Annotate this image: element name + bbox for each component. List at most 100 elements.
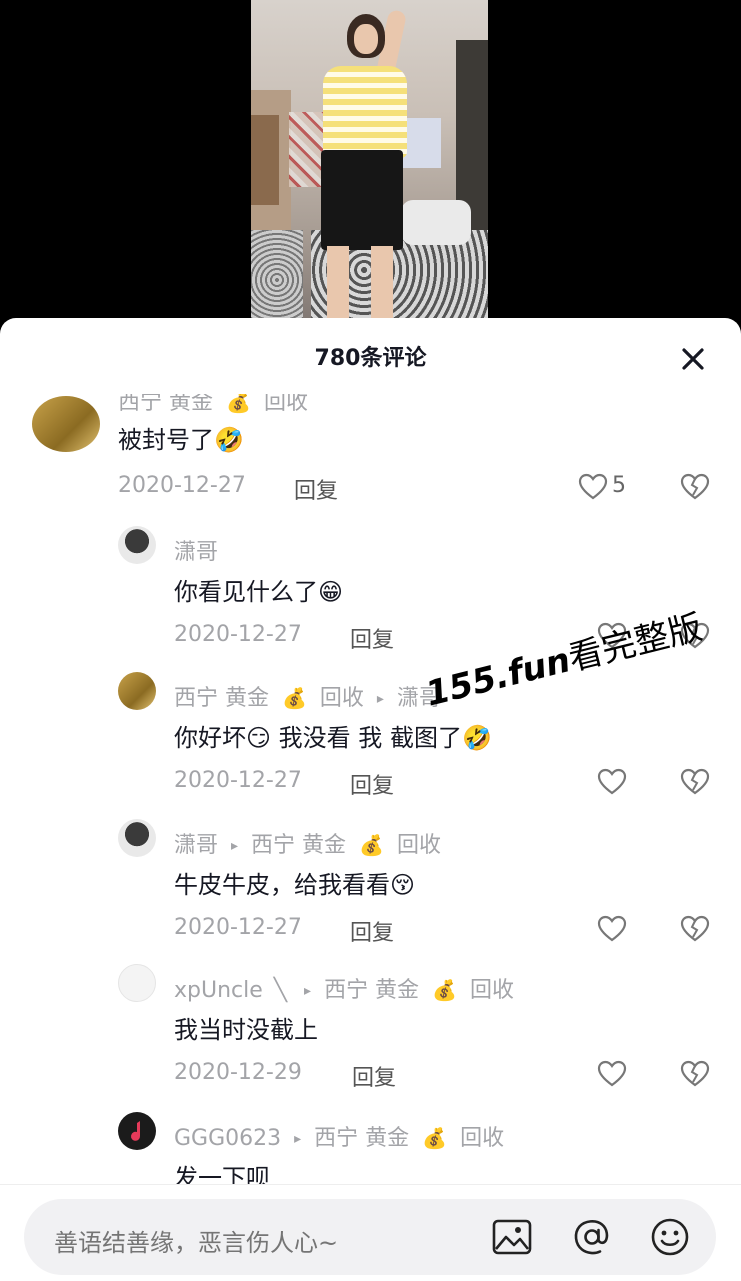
rofl-emoji: 🤣: [461, 724, 492, 752]
username-part: ╲: [273, 978, 288, 1003]
avatar[interactable]: [118, 526, 156, 564]
comment-username[interactable]: xpUncle ╲ ▸ 西宁 黄金 💰 回收: [174, 972, 514, 1004]
comment-text: 你看见什么了😁: [174, 572, 343, 607]
input-placeholder: 善语结善缘，恶言伤人心~: [54, 1229, 339, 1257]
username-part: 回收: [263, 394, 308, 415]
comment-item: 西宁 黄金 💰 回收 ▸ 潇哥 你好坏😏 我没看 我 截图了🤣 2020-12-…: [0, 670, 741, 810]
video-chair: [251, 230, 303, 330]
close-icon[interactable]: [676, 342, 710, 376]
emoji-icon[interactable]: [648, 1215, 692, 1259]
username-part: 西宁 黄金: [174, 686, 269, 711]
reply-to-username: 西宁 黄金: [251, 833, 347, 858]
comment-username[interactable]: 潇哥: [174, 534, 218, 566]
comment-text: 被封号了🤣: [118, 420, 244, 455]
reply-to-username: 回收: [396, 833, 441, 858]
heart-icon[interactable]: [578, 472, 608, 502]
music-note-icon: [131, 1121, 141, 1141]
comment-item: GGG0623 ▸ 西宁 黄金 💰 回收 发一下呗: [0, 1110, 741, 1184]
username-part: 潇哥: [174, 540, 219, 565]
video-person-shirt: [323, 66, 407, 158]
comment-date: 2020-12-27: [174, 915, 302, 940]
video-pillow: [401, 200, 471, 245]
comment-input[interactable]: 善语结善缘，恶言伤人心~: [24, 1199, 716, 1275]
money-bag-icon: 💰: [282, 686, 307, 710]
comment-username[interactable]: GGG0623 ▸ 西宁 黄金 💰 回收: [174, 1120, 504, 1152]
username-part: xpUncle: [174, 978, 263, 1003]
reply-button[interactable]: 回复: [352, 1060, 396, 1092]
video-wall-art: [401, 118, 441, 168]
video-player[interactable]: [251, 0, 488, 330]
avatar[interactable]: [118, 819, 156, 857]
comment-body: 你看见什么了: [174, 578, 318, 606]
comment-list[interactable]: 西宁 黄金 💰 回收 被封号了🤣 2020-12-27 回复 5 潇哥 你看见什…: [0, 394, 741, 1184]
money-bag-icon: 💰: [432, 978, 457, 1002]
comment-item: xpUncle ╲ ▸ 西宁 黄金 💰 回收 我当时没截上 2020-12-29…: [0, 964, 741, 1104]
username-part: 黄金: [169, 394, 214, 415]
money-bag-icon: 💰: [422, 1126, 448, 1150]
comment-sheet: 780条评论 西宁 黄金 💰 回收 被封号了🤣 2020-12-27 回复 5: [0, 318, 741, 1280]
reply-button[interactable]: 回复: [350, 768, 394, 800]
username-part: 西宁: [118, 394, 163, 415]
heart-icon[interactable]: [597, 914, 627, 944]
reply-arrow-icon: ▸: [376, 691, 384, 707]
comment-date: 2020-12-27: [174, 768, 302, 793]
comment-body: 牛皮牛皮，给我看看: [174, 871, 390, 899]
reply-arrow-icon: ▸: [294, 1131, 302, 1147]
comment-body: 发一下呗: [174, 1164, 270, 1184]
broken-heart-icon[interactable]: [680, 1059, 710, 1089]
kiss-emoji: 😚: [390, 871, 416, 899]
reply-arrow-icon: ▸: [231, 838, 239, 854]
comment-item: 西宁 黄金 💰 回收 被封号了🤣 2020-12-27 回复 5: [0, 394, 741, 512]
reply-button[interactable]: 回复: [294, 473, 338, 505]
video-person-face: [354, 24, 378, 54]
comment-date: 2020-12-27: [118, 473, 246, 498]
heart-icon[interactable]: [597, 1059, 627, 1089]
comment-username[interactable]: 潇哥 ▸ 西宁 黄金 💰 回收: [174, 827, 441, 859]
smirk-emoji: 😏: [246, 724, 272, 752]
money-bag-icon: 💰: [359, 833, 384, 857]
comment-text: 我当时没截上: [174, 1010, 318, 1045]
reply-to-username: 西宁 黄金: [314, 1126, 410, 1151]
comment-body: 截图了: [389, 724, 462, 752]
avatar[interactable]: [32, 396, 100, 452]
comment-item: 潇哥 ▸ 西宁 黄金 💰 回收 牛皮牛皮，给我看看😚 2020-12-27 回复: [0, 817, 741, 957]
username-part: 回收: [319, 686, 364, 711]
username-part: 潇哥: [174, 833, 219, 858]
comment-text: 发一下呗: [174, 1158, 270, 1184]
comment-date: 2020-12-27: [174, 622, 302, 647]
like-count: 5: [612, 473, 626, 498]
reply-button[interactable]: 回复: [350, 622, 394, 654]
comment-body: 被封号了: [118, 426, 214, 454]
comment-input-bar: 善语结善缘，恶言伤人心~: [0, 1184, 741, 1281]
comment-body: 你好坏: [174, 724, 246, 752]
comment-body: 我没看 我: [278, 724, 383, 752]
reply-to-username: 西宁 黄金: [324, 978, 420, 1003]
comment-username[interactable]: 西宁 黄金 💰 回收: [118, 394, 308, 416]
heart-icon[interactable]: [597, 767, 627, 797]
grin-emoji: 😁: [318, 578, 344, 606]
sheet-header: 780条评论: [0, 318, 741, 394]
username-part: GGG0623: [174, 1126, 282, 1151]
avatar[interactable]: [118, 672, 156, 710]
avatar[interactable]: [118, 1112, 156, 1150]
rofl-emoji: 🤣: [214, 426, 244, 454]
reply-arrow-icon: ▸: [304, 983, 312, 999]
comment-username[interactable]: 西宁 黄金 💰 回收 ▸ 潇哥: [174, 680, 441, 712]
comment-text: 你好坏😏 我没看 我 截图了🤣: [174, 718, 492, 753]
reply-to-username: 回收: [469, 978, 514, 1003]
broken-heart-icon[interactable]: [680, 472, 710, 502]
broken-heart-icon[interactable]: [680, 914, 710, 944]
comment-text: 牛皮牛皮，给我看看😚: [174, 865, 415, 900]
reply-to-username: 回收: [460, 1126, 505, 1151]
comment-date: 2020-12-29: [174, 1060, 302, 1085]
money-bag-icon: 💰: [226, 394, 251, 414]
comment-body: 我当时没截上: [174, 1016, 318, 1044]
broken-heart-icon[interactable]: [680, 767, 710, 797]
video-person-shorts: [321, 150, 403, 250]
image-icon[interactable]: [490, 1215, 534, 1259]
at-icon[interactable]: [570, 1215, 614, 1259]
reply-button[interactable]: 回复: [350, 915, 394, 947]
avatar[interactable]: [118, 964, 156, 1002]
comment-count-title: 780条评论: [314, 346, 427, 371]
video-shelf: [251, 115, 279, 205]
